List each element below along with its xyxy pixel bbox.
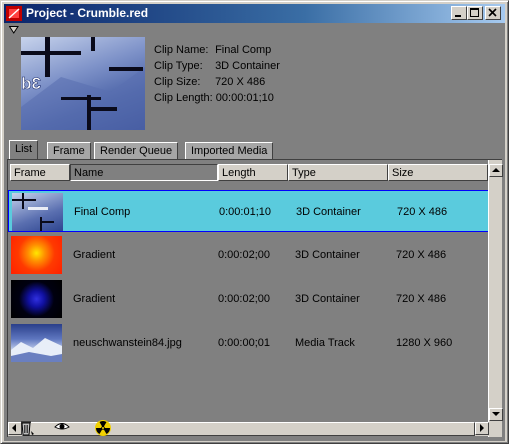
row-length: 0:00:02;00	[218, 293, 270, 305]
column-header-size[interactable]: Size	[388, 164, 488, 181]
collapse-triangle-icon[interactable]	[9, 26, 19, 34]
column-header-length[interactable]: Length	[218, 164, 288, 181]
row-type: 3D Container	[296, 206, 361, 218]
close-button[interactable]	[485, 6, 501, 20]
tab-list[interactable]: List	[9, 140, 39, 159]
clip-preview: 3dnews.ru	[21, 37, 145, 130]
row-type: Media Track	[295, 337, 355, 349]
column-header-frame[interactable]: Frame	[10, 164, 70, 181]
arrow-up-icon	[492, 168, 500, 172]
row-name: Final Comp	[74, 206, 131, 218]
scroll-up-button[interactable]	[489, 164, 503, 177]
bottom-toolbar	[7, 415, 497, 439]
close-icon	[488, 8, 497, 17]
maximize-button[interactable]	[467, 6, 483, 20]
row-name: Gradient	[73, 293, 116, 305]
tab-render-queue[interactable]: Render Queue	[94, 142, 179, 159]
clip-preview-text: 3dnews.ru	[21, 74, 41, 93]
clip-name-value: Final Comp	[215, 44, 272, 56]
radiation-icon	[95, 420, 111, 436]
row-thumbnail	[11, 236, 62, 274]
row-type: 3D Container	[295, 293, 360, 305]
list-row[interactable]: Gradient 0:00:02;00 3D Container 720 X 4…	[8, 234, 490, 276]
project-window: Project - Crumble.red 3dnews.ru	[0, 0, 509, 444]
app-icon	[6, 6, 22, 21]
column-header-type[interactable]: Type	[288, 164, 388, 181]
clip-type-label: Clip Type:	[154, 60, 203, 72]
row-size: 1280 X 960	[396, 337, 453, 349]
maximize-icon	[470, 8, 479, 17]
row-thumbnail	[11, 280, 62, 318]
tab-frame[interactable]: Frame	[47, 142, 91, 159]
row-thumbnail	[12, 193, 63, 231]
row-length: 0:00:02;00	[218, 249, 270, 261]
comp-thumb-graphic	[12, 193, 54, 231]
clip-preview-graphic: 3dnews.ru	[21, 37, 145, 130]
list-row[interactable]: neuschwanstein84.jpg 0:00:00;01 Media Tr…	[8, 322, 490, 364]
row-name: neuschwanstein84.jpg	[73, 337, 182, 349]
eye-icon	[54, 423, 70, 430]
column-headers: Frame Name Length Type Size	[8, 164, 490, 184]
clip-size-label: Clip Size:	[154, 76, 201, 88]
row-size: 720 X 486	[396, 293, 447, 305]
clip-size-value: 720 X 486	[215, 76, 266, 88]
clip-info: Clip Name: Final Comp Clip Type: 3D Cont…	[154, 42, 280, 106]
radiation-button[interactable]	[93, 417, 113, 437]
project-body: 3dnews.ru Clip Name: Final Comp Clip Typ…	[4, 23, 505, 441]
title-bar[interactable]: Project - Crumble.red	[4, 4, 505, 23]
tab-imported-media[interactable]: Imported Media	[185, 142, 274, 159]
window-title: Project - Crumble.red	[26, 6, 149, 20]
trash-icon	[21, 421, 34, 436]
list-row[interactable]: Gradient 0:00:02;00 3D Container 720 X 4…	[8, 278, 490, 320]
row-size: 720 X 486	[396, 249, 447, 261]
row-length: 0:00:00;01	[218, 337, 270, 349]
row-thumbnail	[11, 324, 62, 362]
clip-list-panel: Frame Name Length Type Size Final Comp 0…	[7, 159, 503, 437]
row-type: 3D Container	[295, 249, 360, 261]
clip-type-value: 3D Container	[215, 60, 280, 72]
vertical-scrollbar[interactable]	[488, 160, 503, 437]
minimize-icon	[455, 15, 461, 17]
clip-name-label: Clip Name:	[154, 44, 209, 56]
landscape-thumb-graphic	[11, 338, 62, 362]
column-header-name[interactable]: Name	[70, 164, 218, 181]
row-length: 0:00:01;10	[219, 206, 271, 218]
list-row[interactable]: Final Comp 0:00:01;10 3D Container 720 X…	[8, 190, 490, 232]
row-name: Gradient	[73, 249, 116, 261]
minimize-button[interactable]	[451, 6, 467, 20]
trash-button[interactable]	[17, 417, 37, 437]
clip-length-label: Clip Length:	[154, 92, 213, 104]
clip-length-value: 00:00:01;10	[215, 92, 274, 104]
row-size: 720 X 486	[397, 206, 448, 218]
view-button[interactable]	[52, 417, 72, 437]
